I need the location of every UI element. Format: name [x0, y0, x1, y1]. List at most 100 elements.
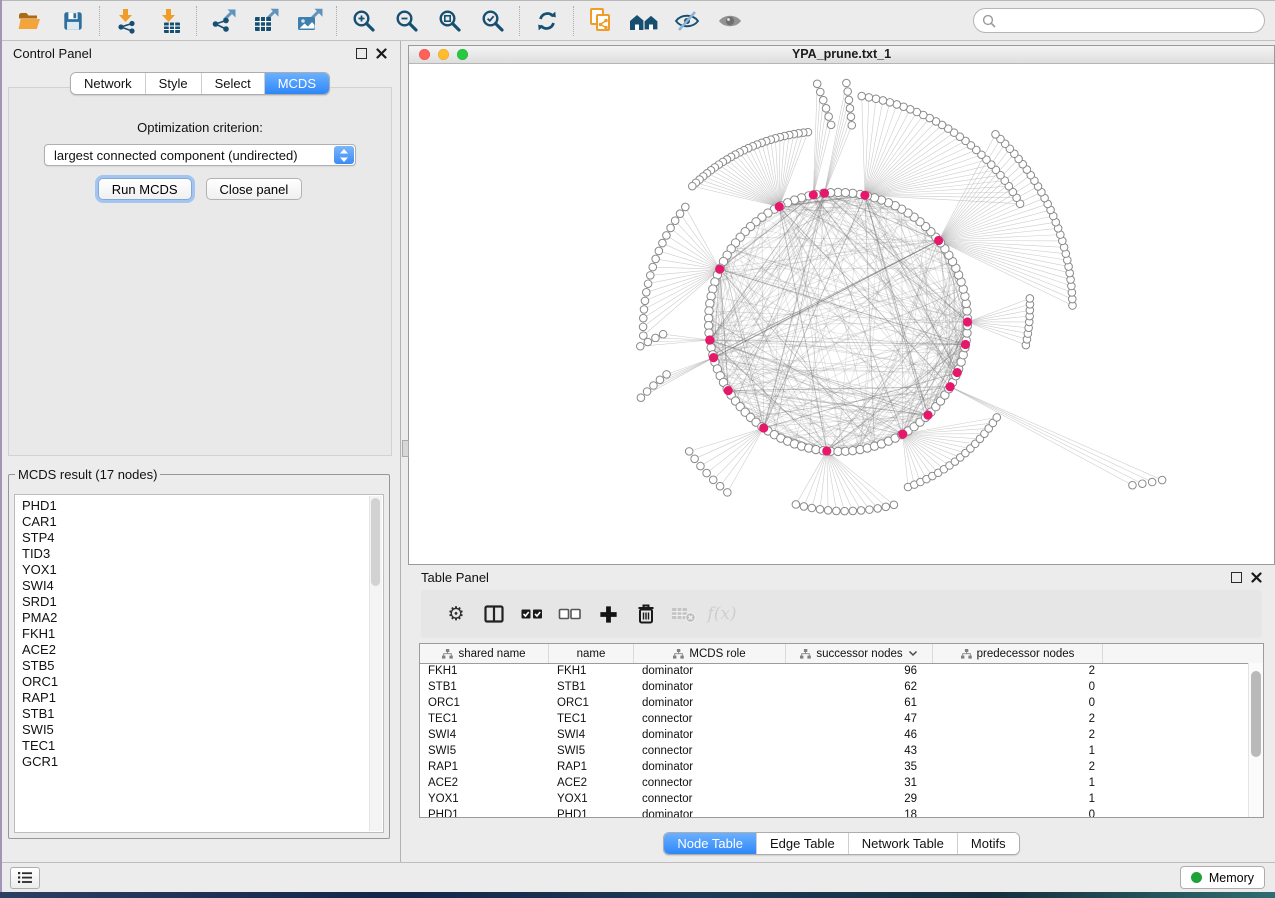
- cell-shared-name[interactable]: ACE2: [420, 775, 549, 791]
- run-mcds-button[interactable]: Run MCDS: [98, 178, 192, 200]
- open-session-button[interactable]: [8, 4, 51, 38]
- mcds-result-item[interactable]: STP4: [22, 530, 383, 546]
- save-session-button[interactable]: [51, 4, 94, 38]
- table-row[interactable]: ORC1ORC1dominator610: [420, 695, 1249, 711]
- table-settings-button[interactable]: ⚙: [437, 596, 475, 632]
- tab-style[interactable]: Style: [145, 73, 201, 94]
- cell-predecessor-nodes[interactable]: 1: [933, 791, 1103, 807]
- cell-mcds-role[interactable]: connector: [634, 775, 786, 791]
- float-panel-button[interactable]: [1231, 572, 1242, 583]
- list-scrollbar-track[interactable]: [369, 496, 382, 831]
- table-row[interactable]: YOX1YOX1connector291: [420, 791, 1249, 807]
- float-panel-button[interactable]: [356, 48, 367, 59]
- cell-mcds-role[interactable]: connector: [634, 791, 786, 807]
- mcds-result-item[interactable]: PHD1: [22, 498, 383, 514]
- cell-successor-nodes[interactable]: 62: [786, 679, 933, 695]
- cell-shared-name[interactable]: SWI5: [420, 743, 549, 759]
- cell-shared-name[interactable]: FKH1: [420, 663, 549, 679]
- cell-mcds-role[interactable]: dominator: [634, 695, 786, 711]
- show-all-button[interactable]: [708, 4, 751, 38]
- export-image-button[interactable]: [288, 4, 331, 38]
- table-scrollbar-track[interactable]: [1248, 663, 1263, 817]
- mcds-result-item[interactable]: GCR1: [22, 754, 383, 770]
- network-window-titlebar[interactable]: YPA_prune.txt_1: [409, 46, 1274, 64]
- tab-select[interactable]: Select: [201, 73, 264, 94]
- zoom-selected-button[interactable]: [471, 4, 514, 38]
- cell-shared-name[interactable]: YOX1: [420, 791, 549, 807]
- cell-predecessor-nodes[interactable]: 2: [933, 663, 1103, 679]
- table-row[interactable]: ACE2ACE2connector311: [420, 775, 1249, 791]
- cell-successor-nodes[interactable]: 31: [786, 775, 933, 791]
- cell-predecessor-nodes[interactable]: 2: [933, 727, 1103, 743]
- export-table-button[interactable]: [245, 4, 288, 38]
- column-header-successor-nodes[interactable]: successor nodes: [786, 644, 933, 663]
- cell-predecessor-nodes[interactable]: 0: [933, 679, 1103, 695]
- close-panel-button[interactable]: Close panel: [206, 178, 303, 200]
- memory-button[interactable]: Memory: [1180, 866, 1265, 889]
- function-builder-button[interactable]: f(x): [703, 596, 741, 632]
- table-scrollbar-thumb[interactable]: [1251, 671, 1261, 757]
- cell-shared-name[interactable]: RAP1: [420, 759, 549, 775]
- cell-mcds-role[interactable]: connector: [634, 711, 786, 727]
- close-panel-icon[interactable]: [1251, 572, 1262, 583]
- mcds-result-item[interactable]: ORC1: [22, 674, 383, 690]
- cell-name[interactable]: SWI4: [549, 727, 634, 743]
- criterion-select[interactable]: largest connected component (undirected): [44, 144, 356, 166]
- mcds-result-item[interactable]: SWI5: [22, 722, 383, 738]
- table-row[interactable]: SWI4SWI4dominator462: [420, 727, 1249, 743]
- cell-successor-nodes[interactable]: 35: [786, 759, 933, 775]
- cell-mcds-role[interactable]: dominator: [634, 727, 786, 743]
- cell-predecessor-nodes[interactable]: 1: [933, 775, 1103, 791]
- cell-successor-nodes[interactable]: 18: [786, 807, 933, 817]
- cell-mcds-role[interactable]: dominator: [634, 679, 786, 695]
- cell-successor-nodes[interactable]: 46: [786, 727, 933, 743]
- mcds-result-item[interactable]: FKH1: [22, 626, 383, 642]
- cell-successor-nodes[interactable]: 96: [786, 663, 933, 679]
- network-canvas[interactable]: [409, 64, 1274, 564]
- mcds-result-item[interactable]: RAP1: [22, 690, 383, 706]
- column-header-mcds-role[interactable]: MCDS role: [634, 644, 786, 663]
- import-network-button[interactable]: [105, 4, 148, 38]
- mcds-result-item[interactable]: TID3: [22, 546, 383, 562]
- cell-predecessor-nodes[interactable]: 0: [933, 695, 1103, 711]
- mcds-result-item[interactable]: STB5: [22, 658, 383, 674]
- task-history-button[interactable]: [10, 867, 40, 889]
- select-all-button[interactable]: [513, 596, 551, 632]
- export-network-button[interactable]: [202, 4, 245, 38]
- panel-divider-grip[interactable]: [402, 440, 409, 457]
- table-tab-motifs[interactable]: Motifs: [957, 833, 1019, 854]
- cell-predecessor-nodes[interactable]: 2: [933, 711, 1103, 727]
- delete-table-button[interactable]: [665, 596, 703, 632]
- cell-successor-nodes[interactable]: 47: [786, 711, 933, 727]
- cell-name[interactable]: SWI5: [549, 743, 634, 759]
- duplicate-network-button[interactable]: [579, 4, 622, 38]
- hide-selected-button[interactable]: [665, 4, 708, 38]
- table-row[interactable]: PHD1PHD1dominator180: [420, 807, 1249, 817]
- delete-column-button[interactable]: [627, 596, 665, 632]
- cell-mcds-role[interactable]: dominator: [634, 759, 786, 775]
- tab-mcds[interactable]: MCDS: [264, 73, 329, 94]
- cell-name[interactable]: RAP1: [549, 759, 634, 775]
- first-neighbors-button[interactable]: [622, 4, 665, 38]
- cell-predecessor-nodes[interactable]: 0: [933, 807, 1103, 817]
- cell-mcds-role[interactable]: connector: [634, 743, 786, 759]
- table-tab-node-table[interactable]: Node Table: [664, 833, 756, 854]
- cell-shared-name[interactable]: STB1: [420, 679, 549, 695]
- cell-name[interactable]: ACE2: [549, 775, 634, 791]
- cell-predecessor-nodes[interactable]: 2: [933, 759, 1103, 775]
- import-table-button[interactable]: [148, 4, 191, 38]
- table-row[interactable]: STB1STB1dominator620: [420, 679, 1249, 695]
- deselect-all-button[interactable]: [551, 596, 589, 632]
- cell-shared-name[interactable]: SWI4: [420, 727, 549, 743]
- table-tab-network-table[interactable]: Network Table: [848, 833, 957, 854]
- zoom-out-button[interactable]: [385, 4, 428, 38]
- cell-mcds-role[interactable]: dominator: [634, 663, 786, 679]
- mcds-result-item[interactable]: TEC1: [22, 738, 383, 754]
- mcds-result-item[interactable]: SWI4: [22, 578, 383, 594]
- cell-name[interactable]: STB1: [549, 679, 634, 695]
- zoom-in-button[interactable]: [342, 4, 385, 38]
- cell-name[interactable]: YOX1: [549, 791, 634, 807]
- cell-shared-name[interactable]: PHD1: [420, 807, 549, 817]
- list-scrollbar-thumb[interactable]: [371, 498, 380, 586]
- show-columns-button[interactable]: [475, 596, 513, 632]
